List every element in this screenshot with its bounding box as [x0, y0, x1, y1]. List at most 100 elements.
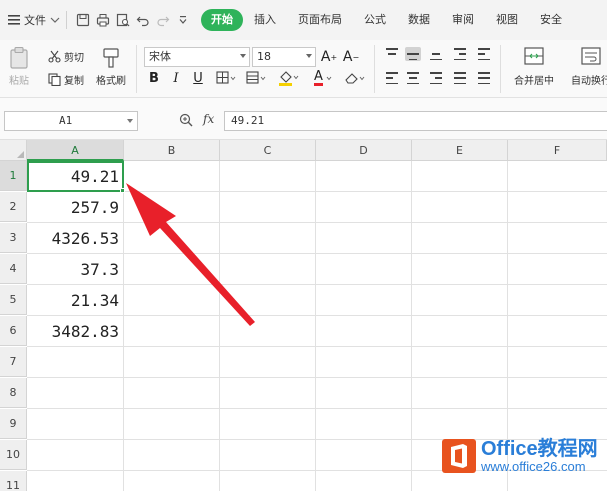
grow-font-button[interactable]: A + [320, 47, 338, 67]
column-header-a[interactable]: A [27, 140, 124, 161]
row-header-2[interactable]: 2 [0, 192, 27, 222]
justify-button[interactable] [452, 71, 468, 85]
watermark-title: Office教程网 [481, 438, 598, 460]
merge-center-button[interactable]: 合并居中 [506, 46, 562, 87]
wrap-text-icon [581, 47, 601, 65]
row-header-3[interactable]: 3 [0, 223, 27, 253]
watermark: Office教程网 www.office26.com [442, 439, 598, 474]
align-top-button[interactable] [384, 47, 400, 61]
border-icon [216, 71, 236, 84]
gridline [315, 161, 316, 491]
cell-a3[interactable]: 4326.53 [27, 223, 123, 253]
tab-home[interactable]: 开始 [201, 9, 243, 31]
clear-format-button[interactable] [342, 69, 368, 87]
gridline [411, 161, 412, 491]
conditional-format-button[interactable] [244, 69, 268, 87]
tab-view[interactable]: 视图 [485, 9, 529, 31]
row-header-1[interactable]: 1 [0, 161, 27, 191]
name-box-value: A1 [59, 114, 73, 127]
decrease-indent-button[interactable] [452, 47, 468, 61]
merge-center-label: 合并居中 [514, 76, 554, 87]
cell-a6[interactable]: 3482.83 [27, 316, 123, 346]
print-preview-icon[interactable] [113, 10, 133, 30]
table-style-icon [246, 71, 266, 84]
print-icon[interactable] [93, 10, 113, 30]
zoom-icon[interactable] [179, 113, 195, 130]
align-left-button[interactable] [384, 71, 400, 85]
column-header-d[interactable]: D [316, 140, 412, 161]
hamburger-icon [8, 15, 20, 25]
align-right-button[interactable] [428, 71, 444, 85]
cell-a2[interactable]: 257.9 [27, 192, 123, 222]
column-header-b[interactable]: B [124, 140, 220, 161]
tab-security[interactable]: 安全 [529, 9, 573, 31]
file-menu-label: 文件 [24, 14, 46, 27]
gridline [27, 377, 607, 378]
gridline [27, 408, 607, 409]
office-logo-icon [442, 439, 476, 474]
chevron-down-icon [127, 119, 133, 123]
formula-input[interactable]: 49.21 [224, 111, 607, 131]
insert-function-button[interactable]: fx [203, 112, 214, 126]
redo-icon[interactable] [153, 10, 173, 30]
chevron-down-icon [50, 17, 60, 23]
cut-label: 剪切 [64, 53, 84, 64]
font-color-button[interactable]: A [310, 69, 336, 87]
increase-indent-button[interactable] [476, 47, 492, 61]
column-header-f[interactable]: F [508, 140, 607, 161]
save-icon[interactable] [73, 10, 93, 30]
shrink-font-label: A [342, 49, 353, 65]
row-header-11[interactable]: 11 [0, 471, 27, 491]
cell-a5[interactable]: 21.34 [27, 285, 123, 315]
tab-data[interactable]: 数据 [397, 9, 441, 31]
bold-button[interactable]: B [146, 69, 162, 87]
column-header-e[interactable]: E [412, 140, 508, 161]
format-painter-button[interactable]: 格式刷 [96, 46, 126, 87]
customize-quick-access-icon[interactable] [173, 10, 193, 30]
italic-button[interactable]: I [168, 69, 184, 87]
row-header-9[interactable]: 9 [0, 409, 27, 439]
formula-bar: A1 fx 49.21 [0, 98, 607, 140]
row-header-6[interactable]: 6 [0, 316, 27, 346]
chevron-down-icon [240, 54, 246, 58]
cell-a4[interactable]: 37.3 [27, 254, 123, 284]
align-center-button[interactable] [405, 71, 421, 85]
font-size-value: 18 [257, 50, 271, 63]
fill-color-button[interactable] [276, 69, 302, 87]
column-header-c[interactable]: C [220, 140, 316, 161]
tab-page-layout[interactable]: 页面布局 [287, 9, 353, 31]
font-size-select[interactable]: 18 [252, 47, 316, 67]
cut-button[interactable]: 剪切 [48, 49, 84, 64]
tab-formulas[interactable]: 公式 [353, 9, 397, 31]
name-box[interactable]: A1 [4, 111, 138, 131]
eraser-icon [345, 73, 365, 84]
shrink-font-button[interactable]: A − [342, 47, 360, 67]
row-header-7[interactable]: 7 [0, 347, 27, 377]
align-middle-button[interactable] [405, 47, 421, 61]
align-bottom-button[interactable] [428, 47, 444, 61]
tab-insert[interactable]: 插入 [243, 9, 287, 31]
wrap-text-button[interactable]: 自动换行 [566, 46, 607, 87]
font-name-select[interactable]: 宋体 [144, 47, 250, 67]
select-all-corner[interactable] [0, 140, 27, 161]
row-header-5[interactable]: 5 [0, 285, 27, 315]
file-menu[interactable]: 文件 [0, 0, 60, 40]
font-name-value: 宋体 [149, 50, 171, 63]
distributed-align-button[interactable] [476, 71, 492, 85]
underline-button[interactable]: U [190, 69, 206, 87]
row-header-8[interactable]: 8 [0, 378, 27, 408]
fill-handle[interactable] [120, 188, 125, 193]
border-button[interactable] [214, 69, 238, 87]
row-header-4[interactable]: 4 [0, 254, 27, 284]
gridline [219, 161, 220, 491]
undo-icon[interactable] [133, 10, 153, 30]
row-header-10[interactable]: 10 [0, 440, 27, 470]
menu-bar: 文件 开始 插入 页面布局 公式 数据 审阅 视图 安全 [0, 0, 607, 40]
copy-icon [48, 73, 61, 86]
tab-review[interactable]: 审阅 [441, 9, 485, 31]
ribbon-home: 粘贴 剪切 复制 格式刷 宋体 18 A + A − B I U A 合并居中 … [0, 40, 607, 98]
paste-button[interactable]: 粘贴 [8, 46, 30, 87]
merge-cells-icon [524, 47, 544, 65]
wrap-text-label: 自动换行 [571, 76, 607, 87]
copy-button[interactable]: 复制 [48, 72, 84, 87]
